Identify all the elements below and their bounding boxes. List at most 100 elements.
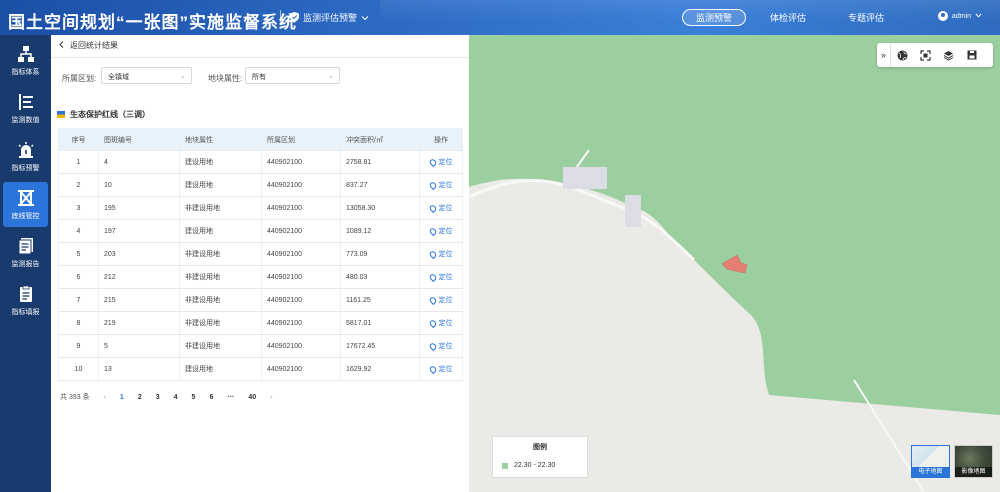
locate-button[interactable]: 定位: [419, 196, 463, 220]
table-row: 1 4 建设用地 440902100 2758.81 定位: [58, 150, 463, 174]
app-title: 国土空间规划“一张图”实施监督系统: [8, 13, 297, 32]
chevron-down-icon: [975, 13, 982, 20]
locate-button[interactable]: 定位: [419, 173, 463, 197]
basemap-switcher: 电子地图 影像地图: [911, 445, 993, 478]
next-page-button[interactable]: ›: [270, 394, 272, 401]
chevron-down-icon: ⌄: [180, 73, 186, 80]
locate-label: 定位: [438, 274, 453, 281]
col-header-index: 序号: [58, 128, 99, 151]
attribute-select-value: 所有: [252, 74, 266, 81]
cell-patch-id: 13: [98, 357, 180, 381]
locate-button[interactable]: 定位: [419, 334, 463, 358]
table-row: 8 219 非建设用地 440902100 5817.01 定位: [58, 311, 463, 335]
attribute-select[interactable]: 所有 ⌄: [245, 67, 340, 84]
locate-button[interactable]: 定位: [419, 357, 463, 381]
nav-topic-assessment[interactable]: 专题评估: [846, 9, 886, 26]
locate-button[interactable]: 定位: [419, 265, 463, 289]
cell-attribute: 非建设用地: [179, 265, 262, 289]
map-legend: 图例 22.30 - 22.30: [492, 436, 588, 478]
cell-patch-id: 197: [98, 219, 180, 243]
table-row: 5 203 非建设用地 440902100 773.09 定位: [58, 242, 463, 266]
table-row: 7 215 非建设用地 440902100 1161.25 定位: [58, 288, 463, 312]
save-icon[interactable]: [960, 43, 983, 67]
globe-icon[interactable]: [891, 43, 914, 67]
locate-button[interactable]: 定位: [419, 311, 463, 335]
fullscreen-icon[interactable]: [914, 43, 937, 67]
cell-index: 9: [58, 334, 99, 358]
system-switcher-label: 监测评估预警: [303, 13, 358, 23]
locate-label: 定位: [438, 251, 453, 258]
cell-area: 1089.12: [340, 219, 420, 243]
sidebar-item-baseline-control[interactable]: 底线管控: [3, 182, 48, 227]
back-link[interactable]: 返回统计结果: [59, 40, 118, 51]
cell-area: 773.09: [340, 242, 420, 266]
cell-patch-id: 212: [98, 265, 180, 289]
collapse-toolbar-button[interactable]: »: [877, 43, 891, 67]
cell-region: 440902100: [261, 334, 341, 358]
cell-index: 1: [58, 150, 99, 174]
boundary-control-icon: [17, 189, 34, 206]
system-switcher[interactable]: 监测评估预警: [290, 11, 369, 24]
locate-label: 定位: [438, 343, 453, 350]
legend-title: 图例: [533, 444, 547, 451]
location-pin-icon: [427, 364, 438, 374]
locate-button[interactable]: 定位: [419, 150, 463, 174]
table-row: 4 197 建设用地 440902100 1089.12 定位: [58, 219, 463, 243]
sidebar-item-indicator-system[interactable]: 指标体系: [3, 38, 48, 83]
nav-monitoring-warning[interactable]: 监测预警: [682, 9, 746, 26]
locate-label: 定位: [438, 205, 453, 212]
divider: [51, 57, 469, 58]
section-title-text: 生态保护红线（三调）: [70, 110, 150, 119]
basemap-imagery[interactable]: 影像地图: [954, 445, 993, 478]
sidebar-item-label: 底线管控: [11, 212, 40, 220]
fill-form-icon: [19, 285, 32, 302]
table-row: 3 195 非建设用地 440902100 13058.30 定位: [58, 196, 463, 220]
cell-area: 13058.30: [340, 196, 420, 220]
cell-attribute: 建设用地: [179, 173, 262, 197]
cell-area: 17672.45: [340, 334, 420, 358]
page-40[interactable]: 40: [248, 394, 256, 401]
page-3[interactable]: 3: [156, 394, 160, 401]
page-6[interactable]: 6: [209, 394, 213, 401]
prev-page-button[interactable]: ‹: [104, 394, 106, 401]
sidebar-item-indicator-fill[interactable]: 指标填报: [3, 278, 48, 323]
page-2[interactable]: 2: [138, 394, 142, 401]
region-select-value: 全镇域: [108, 74, 129, 81]
basemap-vector[interactable]: 电子地图: [911, 445, 950, 478]
locate-button[interactable]: 定位: [419, 219, 463, 243]
cell-index: 8: [58, 311, 99, 335]
cell-attribute: 建设用地: [179, 357, 262, 381]
alarm-icon: [17, 141, 34, 158]
chevron-left-icon: [59, 41, 64, 50]
cell-region: 440902100: [261, 150, 341, 174]
map-toolbar: »: [877, 43, 993, 67]
page-5[interactable]: 5: [192, 394, 196, 401]
locate-button[interactable]: 定位: [419, 288, 463, 312]
sidebar-item-indicator-warning[interactable]: 指标预警: [3, 134, 48, 179]
cell-index: 3: [58, 196, 99, 220]
col-header-area: 冲突面积/㎡: [340, 128, 420, 151]
cell-index: 6: [58, 265, 99, 289]
region-select[interactable]: 全镇域 ⌄: [101, 67, 192, 84]
username: admin: [951, 12, 971, 20]
locate-label: 定位: [438, 320, 453, 327]
locate-label: 定位: [438, 182, 453, 189]
nav-health-check[interactable]: 体检评估: [768, 9, 808, 26]
page-1[interactable]: 1: [120, 394, 124, 401]
sidebar-item-label: 指标填报: [11, 308, 40, 316]
location-pin-icon: [427, 180, 438, 190]
cell-region: 440902100: [261, 173, 341, 197]
user-menu[interactable]: admin: [937, 11, 982, 21]
locate-label: 定位: [438, 297, 453, 304]
locate-button[interactable]: 定位: [419, 242, 463, 266]
page-ellipsis[interactable]: ···: [227, 394, 234, 401]
col-header-attribute: 地块属性: [179, 128, 262, 151]
pagination: 共 393 条 ‹ 1 2 3 4 5 6 ··· 40 ›: [60, 392, 287, 402]
sidebar-item-monitoring-report[interactable]: 监测报告: [3, 230, 48, 275]
sidebar-item-monitoring-values[interactable]: 监测数值: [3, 86, 48, 131]
map-canvas: [469, 35, 1000, 492]
layers-icon[interactable]: [937, 43, 960, 67]
map-view[interactable]: » 图例 22.30 - 22.30 电子地图 影像地图: [469, 35, 1000, 492]
page-4[interactable]: 4: [174, 394, 178, 401]
cell-index: 10: [58, 357, 99, 381]
